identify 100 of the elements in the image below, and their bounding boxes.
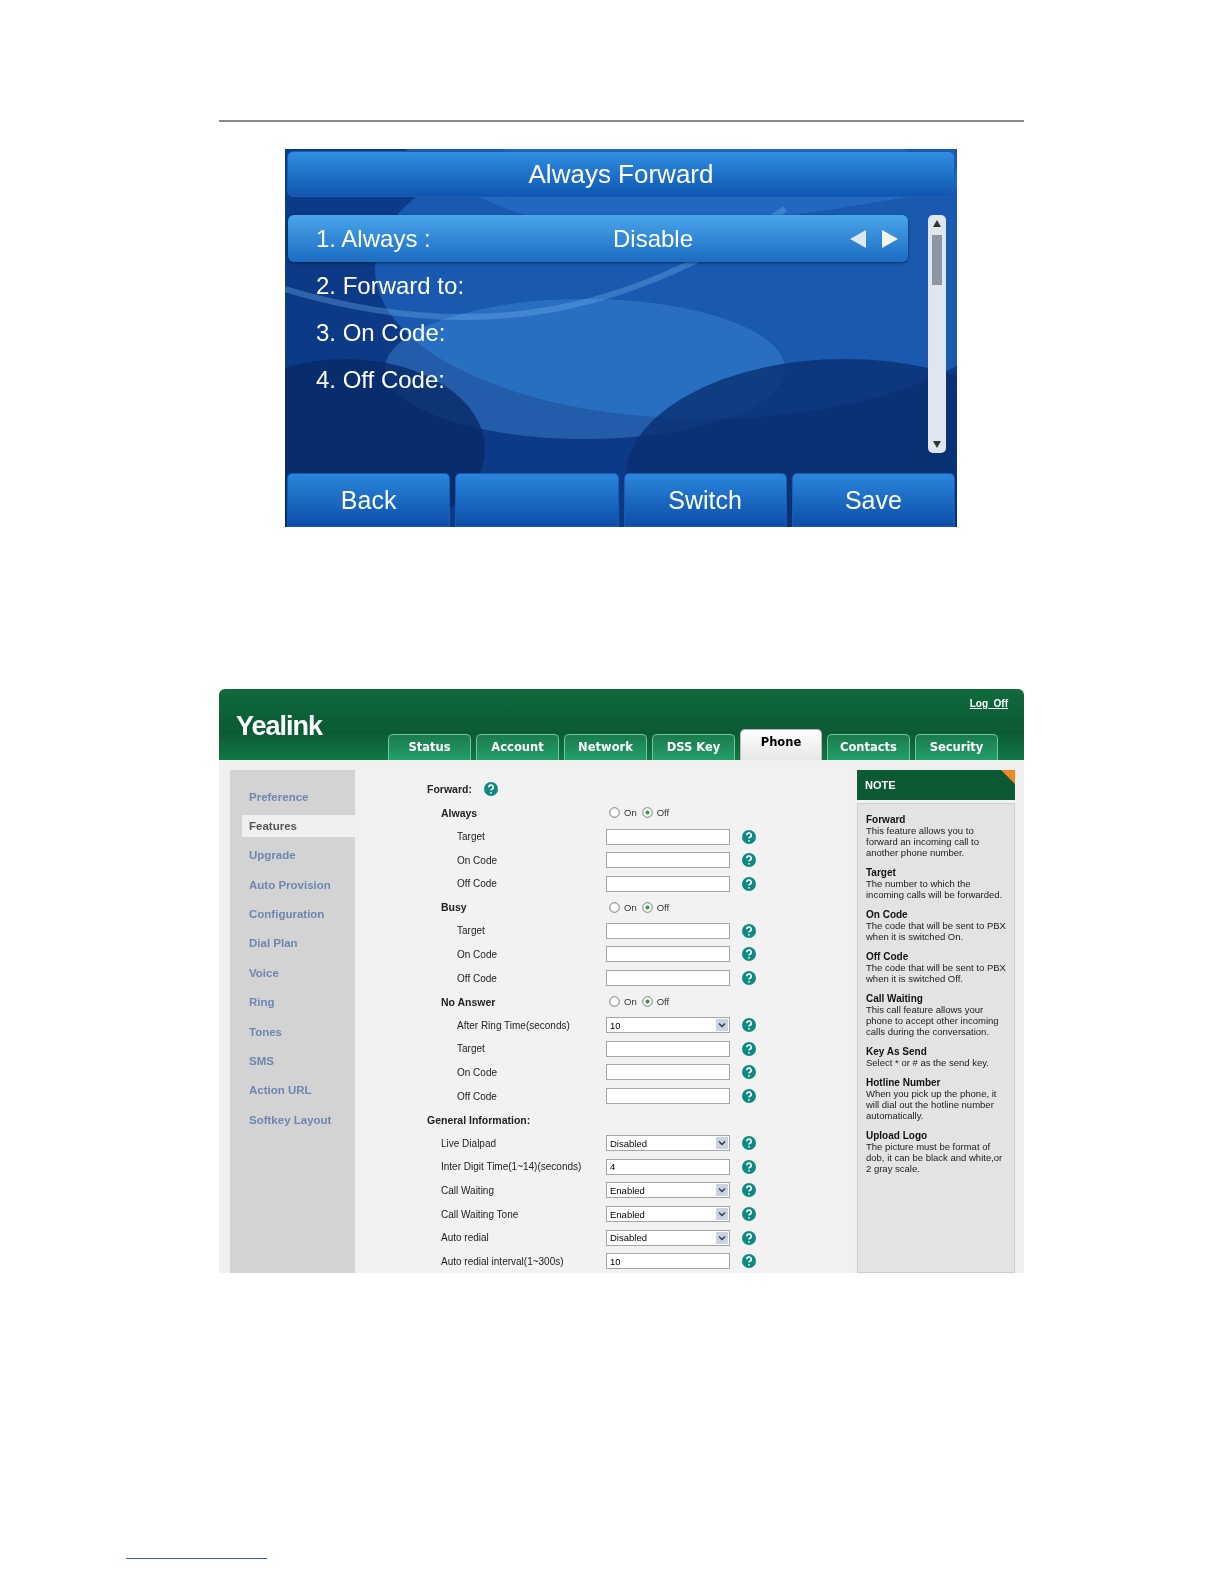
radio-button[interactable] <box>609 901 620 913</box>
note-title: NOTE <box>865 778 896 791</box>
text-field[interactable] <box>606 946 730 963</box>
softkey[interactable]: Back <box>287 473 451 527</box>
sidebar-item[interactable]: Ring <box>242 991 357 1014</box>
text-field[interactable]: 4 <box>606 1158 730 1175</box>
radio-button[interactable] <box>641 996 653 1008</box>
softkey[interactable]: Save <box>791 473 955 527</box>
caret-icon <box>716 1184 728 1197</box>
nav-tab[interactable]: Account <box>476 733 559 760</box>
text-field[interactable] <box>606 1088 730 1105</box>
nav-tab[interactable]: Phone <box>740 728 822 760</box>
help-icon[interactable] <box>742 1183 756 1198</box>
caret-icon <box>716 1231 728 1244</box>
nav-tab[interactable]: Contacts <box>827 733 910 760</box>
corner-icon <box>1001 769 1015 784</box>
field-label: Call Waiting Tone <box>441 1208 520 1220</box>
help-icon[interactable] <box>742 1089 756 1104</box>
logout-link[interactable]: Log Off <box>969 698 1008 709</box>
menu-row[interactable]: 1. Always : Disable <box>288 215 908 262</box>
option-label: On <box>624 996 637 1008</box>
note-text: Select * or # as the send key. <box>866 1056 990 1068</box>
text-field[interactable] <box>606 922 730 939</box>
sidebar-item[interactable]: Dial Plan <box>242 932 357 955</box>
radio-button[interactable] <box>609 996 620 1008</box>
help-icon[interactable] <box>742 1018 756 1033</box>
row-label: 4. Off Code: <box>316 365 446 394</box>
group-label: Busy <box>441 901 468 914</box>
help-icon[interactable] <box>742 1254 756 1269</box>
note-heading: Off Code <box>866 950 910 962</box>
nav-tab[interactable]: Status <box>388 733 471 760</box>
help-icon[interactable] <box>742 1230 756 1245</box>
help-icon[interactable] <box>742 876 756 891</box>
menu-row[interactable]: 2. Forward to: <box>288 262 908 309</box>
help-icon[interactable] <box>483 782 498 797</box>
option-label: On <box>624 901 637 913</box>
sidebar-item[interactable]: Preference <box>242 785 357 808</box>
field-label: Call Waiting <box>441 1184 495 1196</box>
scrollbar[interactable] <box>927 215 947 453</box>
help-icon[interactable] <box>742 1207 756 1221</box>
radio-button[interactable] <box>641 807 653 819</box>
menu-row[interactable]: 4. Off Code: <box>288 356 908 403</box>
dropdown[interactable]: 10 <box>606 1017 730 1034</box>
field-label: Live Dialpad <box>441 1137 498 1149</box>
help-icon[interactable] <box>742 1065 756 1080</box>
help-icon[interactable] <box>742 923 756 938</box>
sidebar-item[interactable]: SMS <box>242 1050 357 1073</box>
sidebar-item[interactable]: Features <box>242 814 357 837</box>
option-label: Off <box>656 901 670 913</box>
note-text: This feature allows you to forward an incoming call to another phone number. <box>866 824 980 858</box>
field-label: Auto redial <box>441 1232 490 1244</box>
nav-tab[interactable]: Security <box>915 733 998 760</box>
field-label: On Code <box>457 854 499 866</box>
dropdown[interactable]: Enabled <box>606 1182 730 1199</box>
radio-button[interactable] <box>641 901 653 913</box>
logo: Yealink <box>236 711 324 743</box>
text-field[interactable] <box>606 875 730 892</box>
text-field[interactable] <box>606 1064 730 1081</box>
softkey[interactable] <box>455 473 619 527</box>
text-field[interactable]: 10 <box>606 1253 730 1270</box>
field-label: After Ring Time(seconds) <box>457 1019 571 1031</box>
radio-button[interactable] <box>609 807 620 819</box>
help-icon[interactable] <box>742 829 756 844</box>
note-heading: Forward <box>866 813 907 825</box>
caret-icon <box>716 1137 728 1150</box>
field-label: Off Code <box>457 878 498 890</box>
group-label: No Answer <box>441 995 497 1008</box>
sidebar-item[interactable]: Auto Provision <box>242 873 357 896</box>
sidebar-item[interactable]: Softkey Layout <box>242 1108 357 1131</box>
row-value: Disable <box>613 224 695 253</box>
help-icon[interactable] <box>742 947 756 962</box>
dropdown[interactable]: Disabled <box>606 1135 730 1152</box>
nav-tab[interactable]: Network <box>564 733 647 760</box>
help-icon[interactable] <box>742 853 756 868</box>
help-icon[interactable] <box>742 971 756 986</box>
sidebar-item[interactable]: Voice <box>242 961 357 984</box>
note-heading: Upload Logo <box>866 1129 929 1141</box>
sidebar-item[interactable]: Upgrade <box>242 844 357 867</box>
sidebar-item[interactable]: Tones <box>242 1020 357 1043</box>
help-icon[interactable] <box>742 1136 756 1151</box>
note-heading: Target <box>866 866 897 878</box>
dropdown[interactable]: Enabled <box>606 1206 730 1222</box>
text-field[interactable] <box>606 828 730 845</box>
note-heading: Key As Send <box>866 1045 928 1057</box>
field-label: Off Code <box>457 972 498 984</box>
menu-row[interactable]: 3. On Code: <box>288 309 908 356</box>
help-icon[interactable] <box>742 1041 756 1056</box>
sidebar-item[interactable]: Configuration <box>242 903 357 926</box>
nav-tab[interactable]: DSS Key <box>652 733 735 760</box>
text-field[interactable] <box>606 970 730 987</box>
note-text: The code that will be sent to PBX when it is switched On. <box>866 919 1007 942</box>
row-label: 2. Forward to: <box>316 271 466 300</box>
softkey[interactable]: Switch <box>623 473 787 527</box>
field-label: On Code <box>457 949 499 960</box>
field-label: Inter Digit Time(1~14)(seconds) <box>441 1161 583 1173</box>
text-field[interactable] <box>606 1040 730 1057</box>
text-field[interactable] <box>606 852 730 869</box>
help-icon[interactable] <box>742 1159 756 1174</box>
sidebar-item[interactable]: Action URL <box>242 1079 357 1102</box>
dropdown[interactable]: Disabled <box>606 1229 730 1246</box>
